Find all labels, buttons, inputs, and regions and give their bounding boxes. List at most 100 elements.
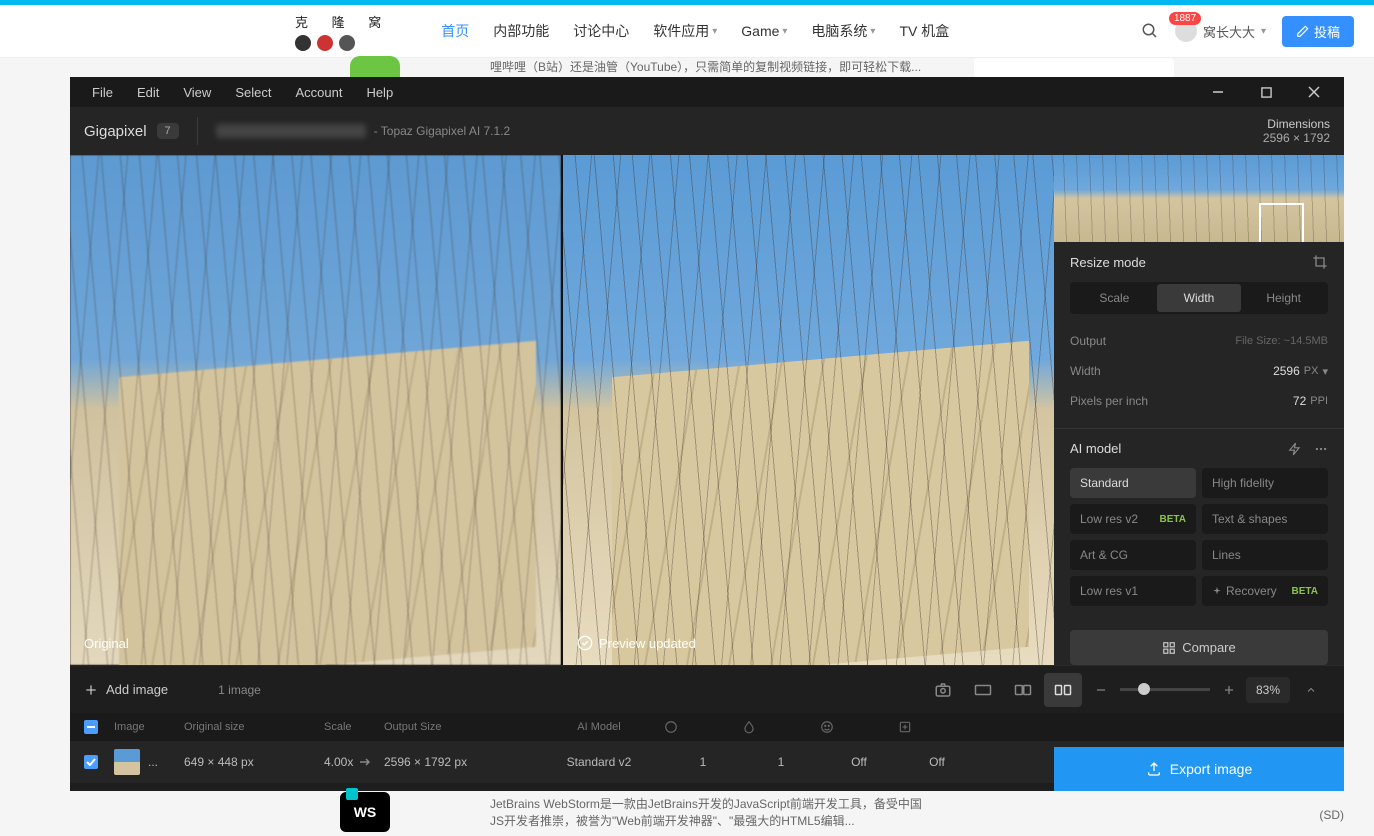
zoom-out-icon[interactable]	[1094, 683, 1108, 697]
export-button[interactable]: Export image	[1054, 747, 1344, 791]
menu-account[interactable]: Account	[283, 85, 354, 100]
width-input[interactable]: 2596 PX▾	[1273, 364, 1328, 378]
table-header: Image Original size Scale Output Size AI…	[70, 713, 1344, 741]
row-gamma: Off	[898, 755, 976, 769]
preview-updated-label: Preview updated	[577, 635, 696, 651]
article-description: 哩哔哩（B站）还是油管（YouTube），只需简单的复制视频链接，即可轻松下载.…	[490, 58, 1374, 75]
app-subtitle: - Topaz Gigapixel AI 7.1.2	[374, 124, 511, 138]
minimize-button[interactable]	[1198, 77, 1238, 107]
sparkle-icon	[1212, 586, 1222, 596]
site-header: 克 隆 窝 首页 内部功能 讨论中心 软件应用▾ Game▾ 电脑系统▾ TV …	[0, 5, 1374, 58]
gigapixel-window: File Edit View Select Account Help Gigap…	[70, 77, 1344, 791]
model-high-fidelity[interactable]: High fidelity	[1202, 468, 1328, 498]
menu-help[interactable]: Help	[354, 85, 405, 100]
model-text-shapes[interactable]: Text & shapes	[1202, 504, 1328, 534]
more-icon[interactable]	[1314, 442, 1328, 456]
menu-edit[interactable]: Edit	[125, 85, 171, 100]
select-all-checkbox[interactable]	[84, 720, 98, 734]
filesize-label: File Size: ~14.5MB	[1235, 335, 1328, 347]
chevron-up-icon	[1305, 684, 1317, 696]
tab-width[interactable]: Width	[1157, 284, 1242, 312]
user-menu[interactable]: 1887 窝长大大 ▾	[1175, 20, 1266, 42]
nav-discuss[interactable]: 讨论中心	[573, 21, 629, 41]
tab-scale[interactable]: Scale	[1072, 284, 1157, 312]
camera-button[interactable]	[924, 673, 962, 707]
model-low-res-v1[interactable]: Low res v1	[1070, 576, 1196, 606]
add-image-button[interactable]: Add image	[84, 682, 168, 697]
col-output-header: Output Size	[384, 721, 534, 733]
nav-software[interactable]: 软件应用▾	[653, 21, 717, 41]
model-title: AI model	[1070, 441, 1121, 456]
webstorm-icon: WS	[340, 792, 390, 832]
zoom-expand-button[interactable]	[1292, 673, 1330, 707]
maximize-button[interactable]	[1246, 77, 1286, 107]
chevron-down-icon: ▾	[1261, 26, 1266, 37]
footer-article: WS JetBrains WebStorm是一款由JetBrains开发的Jav…	[340, 792, 1204, 832]
app-name: Gigapixel	[84, 123, 147, 140]
camera-icon	[934, 681, 952, 699]
nav-pc[interactable]: 电脑系统▾	[811, 21, 875, 41]
logo-text: 克 隆 窝	[295, 12, 391, 31]
row-output-size: 2596 × 1792 px	[384, 755, 534, 769]
model-art-cg[interactable]: Art & CG	[1070, 540, 1196, 570]
side-card	[974, 58, 1174, 78]
face-icon	[820, 720, 834, 734]
navigator[interactable]	[1054, 155, 1344, 242]
post-button[interactable]: 投稿	[1282, 16, 1354, 47]
app-menubar: File Edit View Select Account Help	[70, 77, 1344, 107]
close-button[interactable]	[1294, 77, 1334, 107]
row-thumbnail	[114, 749, 140, 775]
row-checkbox[interactable]	[84, 755, 98, 769]
denoise-icon	[664, 720, 678, 734]
model-recovery[interactable]: RecoveryBETA	[1202, 576, 1328, 606]
row-deblur: 1	[742, 755, 820, 769]
footer-description: JetBrains WebStorm是一款由JetBrains开发的JavaSc…	[490, 795, 930, 829]
zoom-percent[interactable]: 83%	[1246, 677, 1290, 703]
side-by-side-button[interactable]	[1044, 673, 1082, 707]
original-label: Original	[84, 636, 129, 651]
gamma-icon	[898, 720, 912, 734]
model-standard[interactable]: Standard	[1070, 468, 1196, 498]
model-low-res-v2[interactable]: Low res v2BETA	[1070, 504, 1196, 534]
nav-tv[interactable]: TV 机盒	[899, 21, 949, 41]
footer-side-label: (SD)	[1319, 808, 1344, 822]
preview-result: Preview updated	[563, 155, 1054, 665]
zoom-in-icon[interactable]	[1222, 683, 1236, 697]
col-original-header: Original size	[184, 721, 324, 733]
nav-home[interactable]: 首页	[441, 21, 469, 41]
nav-game[interactable]: Game▾	[741, 23, 787, 39]
single-view-button[interactable]	[964, 673, 1002, 707]
toolbar: Add image 1 image 83%	[70, 665, 1344, 713]
menu-file[interactable]: File	[80, 85, 125, 100]
model-lines[interactable]: Lines	[1202, 540, 1328, 570]
tab-height[interactable]: Height	[1241, 284, 1326, 312]
navigator-viewport[interactable]	[1259, 203, 1304, 242]
split-view-button[interactable]	[1004, 673, 1042, 707]
crop-icon[interactable]	[1312, 254, 1328, 270]
preview-pane[interactable]: Original Preview updated	[70, 155, 1054, 665]
site-nav: 首页 内部功能 讨论中心 软件应用▾ Game▾ 电脑系统▾ TV 机盒	[441, 21, 949, 41]
preview-original: Original	[70, 155, 563, 665]
chevron-down-icon: ▾	[712, 26, 717, 37]
menu-select[interactable]: Select	[223, 85, 283, 100]
row-scale: 4.00x	[324, 755, 353, 769]
col-image-header: Image	[114, 721, 184, 733]
chevron-down-icon: ▾	[782, 26, 787, 37]
split-view-icon	[1014, 683, 1032, 697]
model-panel: AI model Standard High fidelity Low res …	[1054, 429, 1344, 618]
sidebar: Resize mode Scale Width Height Output Fi…	[1054, 155, 1344, 665]
edit-icon	[1296, 24, 1310, 38]
menu-view[interactable]: View	[171, 85, 223, 100]
bolt-icon[interactable]	[1288, 442, 1302, 456]
site-logo[interactable]: 克 隆 窝	[295, 12, 391, 51]
deblur-icon	[742, 720, 756, 734]
compare-button[interactable]: Compare	[1070, 630, 1328, 665]
resize-panel: Resize mode Scale Width Height Output Fi…	[1054, 242, 1344, 429]
col-scale-header: Scale	[324, 721, 384, 733]
zoom-slider[interactable]	[1120, 688, 1210, 691]
single-view-icon	[974, 683, 992, 697]
ppi-input[interactable]: 72 PPI	[1293, 394, 1328, 408]
row-face: Off	[820, 755, 898, 769]
nav-features[interactable]: 内部功能	[493, 21, 549, 41]
search-icon[interactable]	[1141, 22, 1159, 40]
